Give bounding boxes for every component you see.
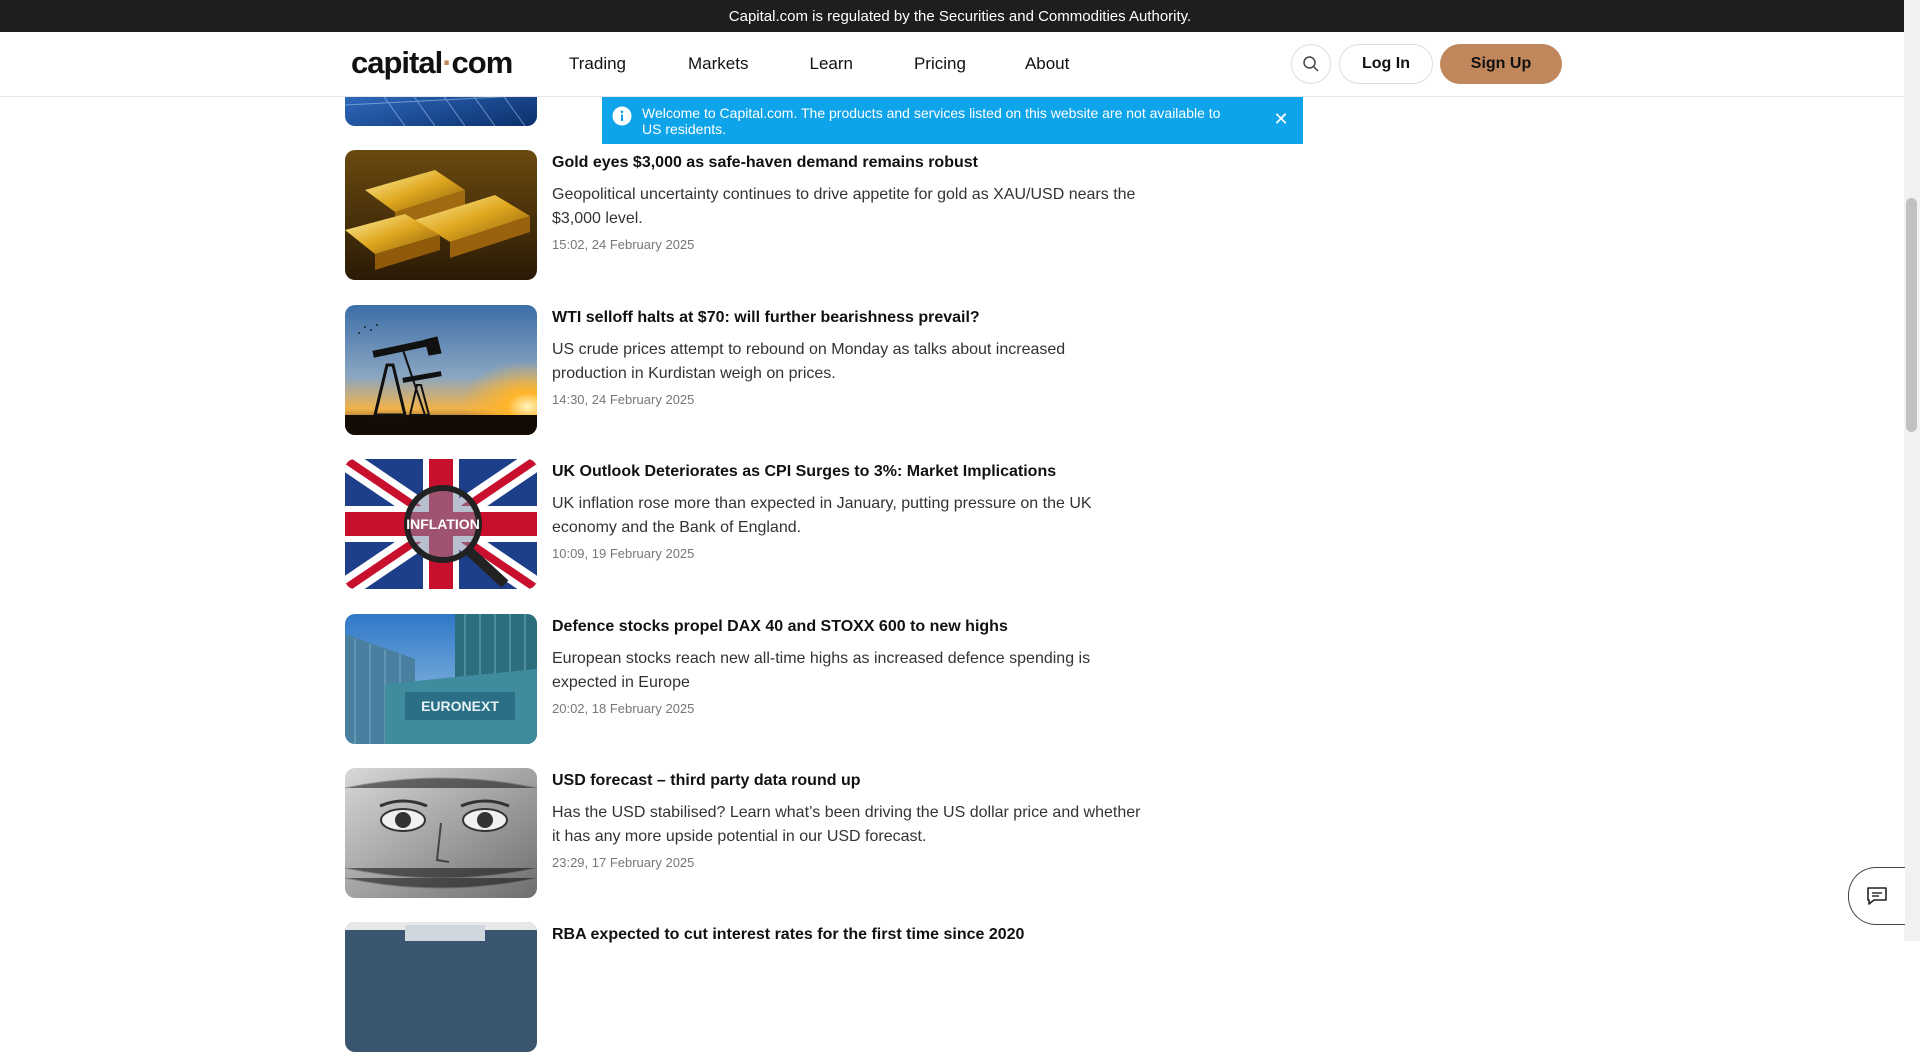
close-icon[interactable]: ✕ xyxy=(1271,109,1291,129)
chat-icon xyxy=(1867,887,1887,905)
logo-text-capital: capital xyxy=(351,45,443,80)
search-button[interactable] xyxy=(1291,44,1331,84)
article-thumbnail-oil[interactable] xyxy=(345,305,537,435)
article-thumbnail-inflation[interactable]: INFLATION xyxy=(345,459,537,589)
article-title[interactable]: USD forecast – third party data round up xyxy=(552,772,860,790)
us-residents-notice: Welcome to Capital.com. The products and… xyxy=(602,97,1303,144)
euronext-image-text: EURONEXT xyxy=(421,698,499,714)
article-title[interactable]: WTI selloff halts at $70: will further b… xyxy=(552,309,980,327)
article-card[interactable]: EURONEXT Defence stocks propel DAX 40 an… xyxy=(345,614,1145,744)
article-description: UK inflation rose more than expected in … xyxy=(552,495,1092,536)
article-title[interactable]: RBA expected to cut interest rates for t… xyxy=(552,926,1024,944)
article-card[interactable]: WTI selloff halts at $70: will further b… xyxy=(345,305,1145,435)
capital-com-logo[interactable]: capital·com xyxy=(351,45,514,81)
article-description: US crude prices attempt to rebound on Mo… xyxy=(552,341,1066,382)
article-date: 14:30, 24 February 2025 xyxy=(552,392,695,407)
article-description: European stocks reach new all-time highs… xyxy=(552,650,1091,691)
article-title[interactable]: Gold eyes $3,000 as safe-haven demand re… xyxy=(552,154,978,172)
inflation-image-text: INFLATION xyxy=(406,516,480,532)
article-card[interactable]: Gold eyes $3,000 as safe-haven demand re… xyxy=(345,150,1145,280)
regulatory-bar: Capital.com is regulated by the Securiti… xyxy=(0,0,1920,32)
main-nav: Trading Markets Learn Pricing About xyxy=(569,32,1069,96)
article-description: Has the USD stabilised? Learn what’s bee… xyxy=(552,804,1141,845)
nav-markets[interactable]: Markets xyxy=(688,54,748,74)
nav-about[interactable]: About xyxy=(1025,54,1069,74)
scrollbar-track[interactable] xyxy=(1904,0,1920,941)
site-header: capital·com Trading Markets Learn Pricin… xyxy=(0,32,1904,97)
article-thumbnail-rba[interactable] xyxy=(345,922,537,1052)
logo-dot: · xyxy=(442,45,452,80)
article-description: Geopolitical uncertainty continues to dr… xyxy=(552,186,1136,227)
nav-pricing[interactable]: Pricing xyxy=(914,54,966,74)
article-card[interactable]: INFLATION UK Outlook Deteriorates as CPI… xyxy=(345,459,1145,589)
nav-trading[interactable]: Trading xyxy=(569,54,626,74)
login-button[interactable]: Log In xyxy=(1339,44,1433,84)
article-card[interactable]: USD forecast – third party data round up… xyxy=(345,768,1145,898)
article-date: 15:02, 24 February 2025 xyxy=(552,237,695,252)
regulatory-text: Capital.com is regulated by the Securiti… xyxy=(728,7,1192,25)
logo-text-com: com xyxy=(451,45,514,80)
info-icon xyxy=(612,106,632,126)
nav-learn[interactable]: Learn xyxy=(809,54,852,74)
search-icon xyxy=(1303,56,1319,72)
article-card[interactable]: RBA expected to cut interest rates for t… xyxy=(345,922,1145,1052)
article-date: 20:02, 18 February 2025 xyxy=(552,701,695,716)
article-thumbnail-gold[interactable] xyxy=(345,150,537,280)
article-date: 10:09, 19 February 2025 xyxy=(552,546,695,561)
signup-button[interactable]: Sign Up xyxy=(1440,44,1562,84)
chat-button[interactable] xyxy=(1848,867,1905,925)
notice-text: Welcome to Capital.com. The products and… xyxy=(642,105,1221,137)
article-thumbnail-euronext[interactable]: EURONEXT xyxy=(345,614,537,744)
article-title[interactable]: Defence stocks propel DAX 40 and STOXX 6… xyxy=(552,618,1008,636)
article-thumbnail-usd[interactable] xyxy=(345,768,537,898)
article-date: 23:29, 17 February 2025 xyxy=(552,855,695,870)
article-title[interactable]: UK Outlook Deteriorates as CPI Surges to… xyxy=(552,463,1056,481)
scrollbar-thumb[interactable] xyxy=(1906,198,1917,432)
